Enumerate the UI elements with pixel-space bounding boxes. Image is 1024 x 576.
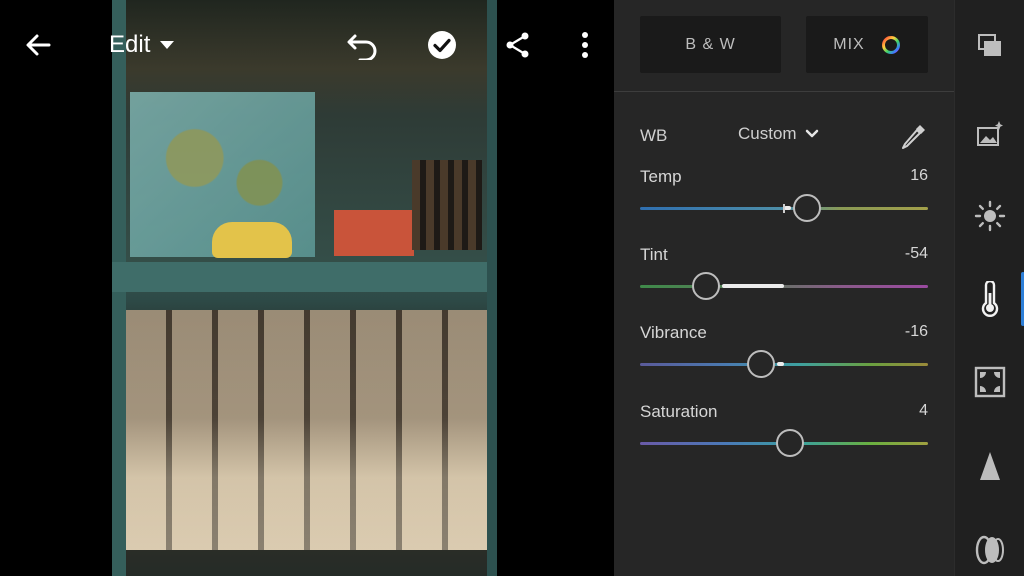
saturation-slider-row: Saturation 4	[640, 402, 928, 462]
tint-slider-thumb[interactable]	[692, 272, 720, 300]
vibrance-label: Vibrance	[640, 323, 707, 342]
vignette-icon[interactable]	[972, 364, 1008, 400]
tint-slider-fill	[722, 284, 784, 288]
vibrance-slider-fill	[777, 362, 784, 366]
tint-slider-row: Tint -54	[640, 245, 928, 305]
color-thermometer-icon[interactable]	[972, 281, 1008, 317]
optics-lens-icon[interactable]	[972, 532, 1008, 568]
tint-value: -54	[904, 245, 928, 262]
watch-display	[412, 160, 482, 250]
presets-icon[interactable]	[972, 28, 1008, 64]
saturation-slider-thumb[interactable]	[776, 429, 804, 457]
temp-slider-row: Temp 16	[640, 167, 928, 227]
more-options-icon[interactable]	[568, 28, 602, 62]
wb-preset-dropdown[interactable]: Custom	[738, 124, 819, 144]
toy-car	[212, 222, 292, 258]
share-icon[interactable]	[501, 28, 535, 62]
detail-triangle-icon[interactable]	[972, 448, 1008, 484]
edit-mode-label: Edit	[109, 31, 151, 58]
eyedropper-icon[interactable]	[896, 120, 930, 154]
wb-preset-value: Custom	[738, 124, 797, 143]
chevron-down-icon	[160, 41, 175, 49]
panel-divider	[614, 91, 954, 92]
saturation-label: Saturation	[640, 402, 718, 421]
auto-enhance-icon[interactable]	[972, 116, 1008, 152]
temp-center-tick	[783, 204, 785, 213]
light-sun-icon[interactable]	[972, 198, 1008, 234]
back-arrow-icon[interactable]	[21, 28, 55, 62]
chevron-down-icon	[805, 129, 818, 138]
window-ledge	[112, 262, 497, 292]
tint-label: Tint	[640, 245, 668, 264]
edit-mode-dropdown[interactable]: Edit	[109, 30, 175, 60]
color-wheel-icon	[881, 35, 900, 54]
bw-button[interactable]: B & W	[640, 16, 781, 73]
undo-icon[interactable]	[346, 28, 380, 62]
mix-button-label: MIX	[833, 35, 865, 53]
vibrance-slider-track[interactable]	[640, 363, 928, 366]
red-box	[334, 210, 414, 256]
color-panel: B & W MIX WB Custom Temp 16 Tint -54 Vib…	[614, 0, 954, 576]
temp-slider-fill	[784, 206, 791, 210]
vibrance-value: -16	[904, 323, 928, 340]
tool-rail	[954, 0, 1024, 576]
top-toolbar: Edit	[0, 0, 614, 90]
temp-value: 16	[910, 167, 928, 184]
wb-label: WB	[640, 126, 668, 145]
poster-collage	[126, 310, 488, 550]
bw-button-label: B & W	[685, 35, 736, 53]
saturation-value: 4	[919, 402, 928, 419]
confirm-check-icon[interactable]	[425, 28, 459, 62]
white-balance-row: WB Custom	[640, 120, 930, 152]
temp-label: Temp	[640, 167, 682, 186]
mix-button[interactable]: MIX	[806, 16, 928, 73]
vibrance-slider-row: Vibrance -16	[640, 323, 928, 383]
tint-slider-track[interactable]	[640, 285, 928, 288]
temp-slider-thumb[interactable]	[793, 194, 821, 222]
vibrance-slider-thumb[interactable]	[747, 350, 775, 378]
